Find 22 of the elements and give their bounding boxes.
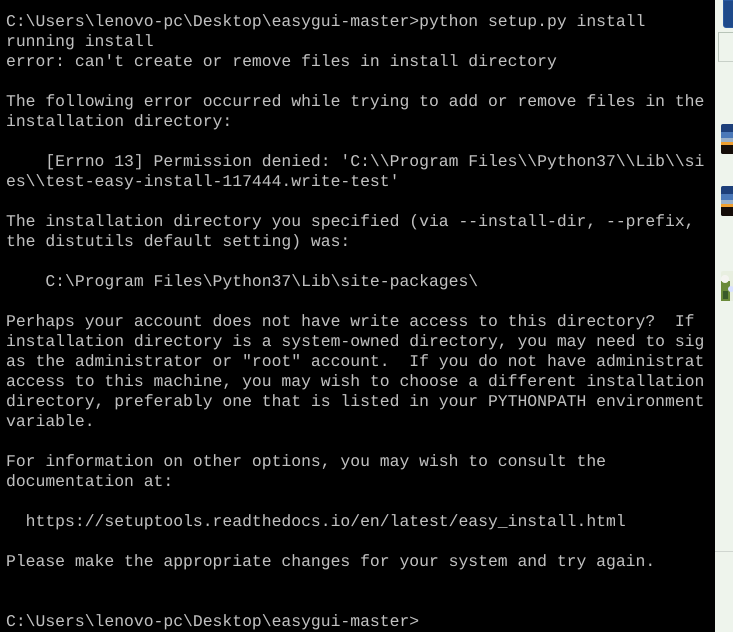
terminal-line: For information on other options, you may wish to consult the — [6, 452, 606, 472]
terminal-line: the distutils default setting) was: — [6, 232, 350, 252]
terminal-line: error: can't create or remove files in install directory — [6, 52, 557, 72]
terminal-line: as the administrator or "root" account. If you do not have administrat — [6, 352, 704, 372]
terminal-line: The installation directory you specified (via --install-dir, --prefix, — [6, 212, 695, 232]
terminal-line: installation directory is a system-owned directory, you may need to sig — [6, 332, 704, 352]
terminal-line: The following error occurred while trying to add or remove files in the — [6, 92, 704, 112]
terminal-line: C:\Program Files\Python37\Lib\site-packages\ — [44, 272, 478, 292]
terminal-line: [Errno 13] Permission denied: 'C:\\Program Files\\Python37\\Lib\\si — [44, 152, 704, 172]
panel-tab[interactable] — [718, 32, 733, 62]
terminal-line: C:\Users\lenovo-pc\Desktop\easygui-master>python setup.py install — [6, 12, 646, 32]
terminal-line: https://setuptools.readthedocs.io/en/latest/easy_install.html — [24, 512, 626, 532]
terminal-line: documentation at: — [6, 472, 174, 492]
command-prompt[interactable]: C:\Users\lenovo-pc\Desktop\easygui-master> — [6, 612, 420, 632]
terminal-line: directory, preferably one that is listed in your PYTHONPATH environment — [6, 392, 704, 412]
terminal-line: Please make the appropriate changes for your system and try again. — [6, 552, 656, 572]
terminal-line: running install — [6, 32, 154, 52]
terminal-line: es\\test-easy-install-117444.write-test' — [6, 172, 400, 192]
terminal-line: Perhaps your account does not have write access to this directory? If — [6, 312, 695, 332]
terminal-line: variable. — [6, 412, 95, 432]
terminal-line: access to this machine, you may wish to choose a different installation — [6, 372, 704, 392]
terminal-line: installation directory: — [6, 112, 232, 132]
